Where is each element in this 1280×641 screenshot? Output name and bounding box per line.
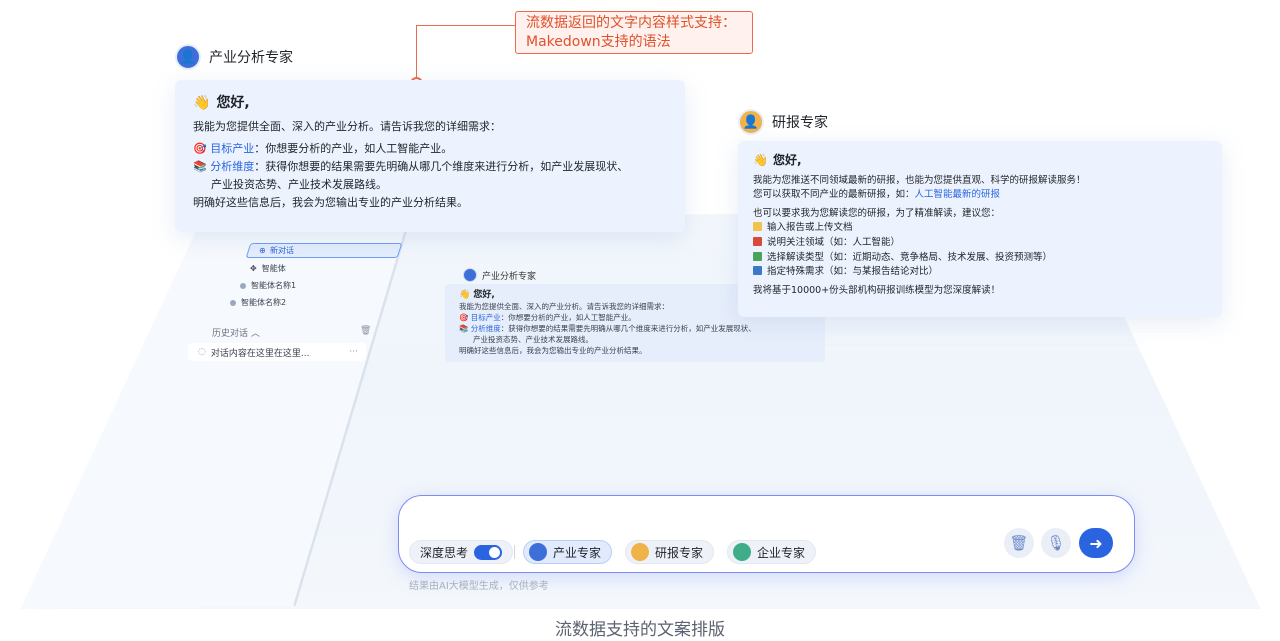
disclaimer-text: 结果由AI大模型生成，仅供参考 <box>409 581 549 592</box>
annotation-callout: 流数据返回的文字内容样式支持： Makedown支持的语法 <box>515 11 753 54</box>
more-icon[interactable]: ··· <box>349 347 358 357</box>
greeting: 👋 您好, <box>193 95 250 111</box>
microphone-icon[interactable]: 🎙 <box>1041 528 1071 558</box>
deep-think-toggle[interactable]: 深度思考 <box>409 540 514 564</box>
agent-chip-enterprise[interactable]: 企业专家 <box>727 540 817 564</box>
list-item-cont: 产业投资态势、产业技术发展路线。 <box>211 178 387 191</box>
report-line: 您可以获取不同产业的最新研报，如：人工智能最新的研报 <box>753 189 1001 201</box>
page-caption: 流数据支持的文案排版 <box>555 620 725 640</box>
history-item[interactable]: ◌ 对话内容在这里在这里... ··· <box>188 343 366 361</box>
arrow-right-icon: ➜ <box>1089 533 1103 553</box>
clear-icon[interactable]: 🗑 <box>1004 528 1034 558</box>
greeting: 👋 您好, <box>753 153 802 167</box>
report-link[interactable]: 人工智能最新的研报 <box>915 189 1001 200</box>
books-icon: 📚 <box>193 160 207 173</box>
sidebar-item-agent-2[interactable]: 智能体名称2 <box>230 297 286 308</box>
list-item: 📚 分析维度：获得你想要的结果需要先明确从哪几个维度来进行分析，如产业发展现状、 <box>193 160 629 173</box>
chat-bubble-icon: ◌ <box>198 347 206 357</box>
avatar <box>733 543 751 561</box>
book-icon <box>753 236 762 246</box>
mini-item-2: 📚 分析维度：获得你想要的结果需要先明确从哪几个维度来进行分析，如产业发展现状、 <box>459 324 756 333</box>
folder-icon <box>753 222 762 232</box>
book-icon <box>753 266 762 276</box>
divider <box>514 545 515 559</box>
agent-avatar-icon <box>240 282 246 289</box>
mini-agent-header: 产业分析专家 <box>463 268 536 282</box>
book-icon <box>753 251 762 261</box>
outro-text: 明确好这些信息后，我会为您输出专业的产业分析结果。 <box>193 196 468 209</box>
avatar: 👤 <box>175 44 201 70</box>
agent-icon: ✥ <box>250 264 257 273</box>
agent-chip-industry[interactable]: 产业专家 <box>523 540 613 564</box>
agent-avatar-icon <box>230 299 236 306</box>
report-line: 也可以要求我为您解读您的研报，为了精准解读，建议您： <box>753 207 1001 219</box>
wave-icon: 👋 <box>753 153 768 167</box>
toggle-switch[interactable] <box>474 544 503 560</box>
step-item: 选择解读类型（如：近期动态、竞争格局、技术发展、投资预测等） <box>753 251 1207 266</box>
avatar <box>463 268 477 282</box>
wave-icon: 👋 <box>193 95 211 111</box>
step-item: 输入报告或上传文档 <box>753 221 1207 236</box>
send-button[interactable]: ➜ <box>1079 528 1113 558</box>
avatar <box>529 543 547 561</box>
annotation-line <box>416 25 515 26</box>
chevron-up-icon: ︿ <box>250 329 260 339</box>
agent-chip-report[interactable]: 研报专家 <box>625 540 715 564</box>
agent-header-report: 👤 研报专家 <box>738 109 828 135</box>
avatar <box>631 543 649 561</box>
message-card-industry: 👋 您好, 我能为您提供全面、深入的产业分析。请告诉我您的详细需求： 🎯 目标产业… <box>175 80 685 232</box>
outro-text: 我将基于10000+份头部机构研报训练模型为您深度解读！ <box>753 284 1001 296</box>
mini-item-2-cont: 产业投资态势、产业技术发展路线。 <box>473 335 593 344</box>
message-card-report: 👋 您好, 我能为您推送不同领域最新的研报，也能为您提供直观、科学的研报解读服务！… <box>738 141 1222 317</box>
plus-icon: ⊕ <box>259 246 266 255</box>
report-line: 我能为您推送不同领域最新的研报，也能为您提供直观、科学的研报解读服务！ <box>753 174 1086 186</box>
target-icon: 🎯 <box>193 142 207 155</box>
mini-outro: 明确好这些信息后，我会为您输出专业的产业分析结果。 <box>459 346 647 355</box>
step-item: 指定特殊需求（如：与某报告结论对比） <box>753 265 1207 280</box>
intro-text: 我能为您提供全面、深入的产业分析。请告诉我您的详细需求： <box>193 120 501 133</box>
new-chat-button[interactable]: ⊕ 新对话 <box>245 243 403 258</box>
agent-header-industry: 👤 产业分析专家 <box>175 44 293 70</box>
history-header[interactable]: 历史对话 ︿ <box>212 326 260 339</box>
avatar: 👤 <box>738 109 764 135</box>
sidebar-item-agent[interactable]: ✥ 智能体 <box>250 263 286 274</box>
sidebar-item-agent-1[interactable]: 智能体名称1 <box>240 280 296 291</box>
annotation-line <box>416 25 417 83</box>
step-item: 说明关注领域（如：人工智能） <box>753 236 1207 251</box>
list-item: 🎯 目标产业：你想要分析的产业，如人工智能产业。 <box>193 142 453 155</box>
trash-icon[interactable]: 🗑 <box>360 326 371 336</box>
